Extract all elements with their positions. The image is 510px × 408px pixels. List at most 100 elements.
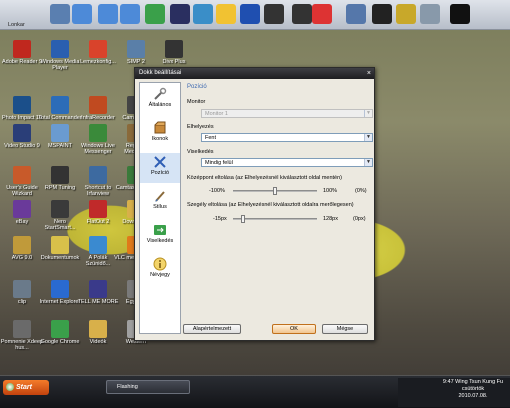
start-label: Start (16, 384, 32, 391)
app-icon (89, 40, 107, 58)
app-icon (51, 280, 69, 298)
shirt-icon[interactable] (372, 4, 392, 24)
folder-icon[interactable] (98, 4, 118, 24)
app-icon (13, 236, 31, 254)
edge-value: (0px) (353, 216, 366, 222)
sidebar-item-label: Általános (148, 102, 172, 108)
sidebar-item-behavior[interactable]: Viselkedés (140, 221, 180, 251)
clock-time: 9:47 (442, 379, 454, 385)
folder-icon[interactable] (120, 4, 140, 24)
monitor-select-value: Monitor 1 (205, 111, 228, 117)
position-select[interactable]: Fent ▼ (201, 133, 373, 142)
app-icon (89, 320, 107, 338)
start-button[interactable]: Start (3, 380, 49, 395)
windows-logo-icon (6, 383, 14, 391)
wrench-icon (153, 87, 167, 101)
folder-icon[interactable] (72, 4, 92, 24)
monitor-icon[interactable] (450, 4, 470, 24)
defaults-button[interactable]: Alapértelmezett (183, 324, 241, 334)
sidebar-item-about[interactable]: Névjegy (140, 255, 180, 285)
arrows-icon (153, 155, 167, 169)
globe-icon[interactable] (346, 4, 366, 24)
app-icon (51, 200, 69, 218)
monitor-select: Monitor 1 ▼ (201, 109, 373, 118)
center-offset-slider[interactable] (233, 187, 317, 195)
notes-icon[interactable] (216, 4, 236, 24)
taskbar-item-flashing[interactable]: Flashing (106, 380, 190, 394)
clock-user: Wing Tsun Kung Fu (455, 379, 504, 385)
brush-icon (153, 189, 167, 203)
app-icon (51, 96, 69, 114)
chevron-down-icon: ▼ (364, 110, 372, 117)
app-icon (89, 236, 107, 254)
sidebar-item-label: Névjegy (150, 272, 170, 278)
dialog-titlebar[interactable]: Dokk beállításai × (135, 68, 374, 79)
edge-offset-slider[interactable] (233, 215, 317, 223)
taskbar: Start Flashing 9:47 Wing Tsun Kung Fu cs… (0, 375, 510, 408)
chrome-icon[interactable] (312, 4, 332, 24)
settings-content: Pozíció Monitor Monitor 1 ▼ Elhelyezés F… (185, 82, 373, 322)
app-icon (51, 320, 69, 338)
tools-icon[interactable] (396, 4, 416, 24)
center-offset-label: Középpont eltolása (az Elhelyezésnél kiv… (187, 175, 343, 181)
edge-max-label: 128px (323, 216, 338, 222)
app-icon (13, 280, 31, 298)
settings-sidebar: Általános Ikonok Pozíció Stílus Viselked… (139, 82, 181, 334)
monitor-label: Monitor (187, 99, 206, 105)
trash-icon[interactable] (420, 4, 440, 24)
desktop-icon-label: Divx Plus (162, 59, 186, 65)
cancel-button[interactable]: Mégse (322, 324, 368, 334)
camera-icon[interactable] (292, 4, 312, 24)
center-max-label: 100% (323, 188, 338, 194)
taskbar-item-label: Flashing (117, 384, 138, 390)
switcher-icon[interactable] (240, 4, 260, 24)
behavior-label: Viselkedés (187, 149, 214, 155)
box-icon (153, 121, 167, 135)
sound-icon[interactable] (170, 4, 190, 24)
chevron-down-icon: ▼ (364, 134, 372, 141)
app-icon (89, 280, 107, 298)
edge-offset-label: Szegély eltolása (az Elhelyezésnél kivál… (187, 202, 354, 208)
clock-time-user: 9:47 Wing Tsun Kung Fu (438, 379, 508, 386)
sidebar-item-position[interactable]: Pozíció (140, 153, 180, 183)
sidebar-item-label: Pozíció (150, 170, 170, 176)
clock-day: csütörtök (461, 386, 485, 392)
behavior-select[interactable]: Mindig felül ▼ (201, 158, 373, 167)
slider-thumb[interactable] (273, 187, 277, 195)
center-value: (0%) (355, 188, 367, 194)
app-icon (89, 124, 107, 142)
dock-settings-dialog: Dokk beállításai × Általános Ikonok Pozí… (134, 67, 375, 341)
app-icon (13, 96, 31, 114)
sidebar-item-style[interactable]: Stílus (140, 187, 180, 217)
app-icon (13, 124, 31, 142)
clock[interactable]: 9:47 Wing Tsun Kung Fu csütörtök 2010.07… (438, 379, 508, 400)
position-select-value: Fent (205, 135, 217, 141)
app-icon (89, 96, 107, 114)
app-icon (51, 166, 69, 184)
behavior-select-value: Mindig felül (205, 160, 233, 166)
desktop-icon[interactable]: Divx Plus (152, 40, 196, 65)
app-icon (51, 124, 69, 142)
sidebar-item-icons[interactable]: Ikonok (140, 119, 180, 149)
app-icon (13, 320, 31, 338)
app-icon (51, 40, 69, 58)
notepad-icon[interactable] (193, 4, 213, 24)
app-icon (165, 40, 183, 58)
close-icon[interactable]: × (367, 68, 371, 79)
app-icon (51, 236, 69, 254)
desktop-label-lonkar: Lonkar (8, 22, 25, 28)
behavior-icon (153, 223, 167, 237)
sidebar-item-general[interactable]: Általános (140, 85, 180, 115)
sidebar-item-label: Viselkedés (146, 238, 174, 244)
settings-gear-icon[interactable] (264, 4, 284, 24)
edge-min-label: -15px (213, 216, 227, 222)
sidebar-item-label: Ikonok (151, 136, 169, 142)
section-title: Pozíció (187, 84, 207, 90)
center-min-label: -100% (209, 188, 225, 194)
app-icon (13, 40, 31, 58)
file-manager-icon[interactable] (50, 4, 70, 24)
network-icon[interactable] (145, 4, 165, 24)
ok-button[interactable]: OK (272, 324, 316, 334)
slider-thumb[interactable] (241, 215, 245, 223)
sidebar-item-label: Stílus (153, 204, 167, 210)
